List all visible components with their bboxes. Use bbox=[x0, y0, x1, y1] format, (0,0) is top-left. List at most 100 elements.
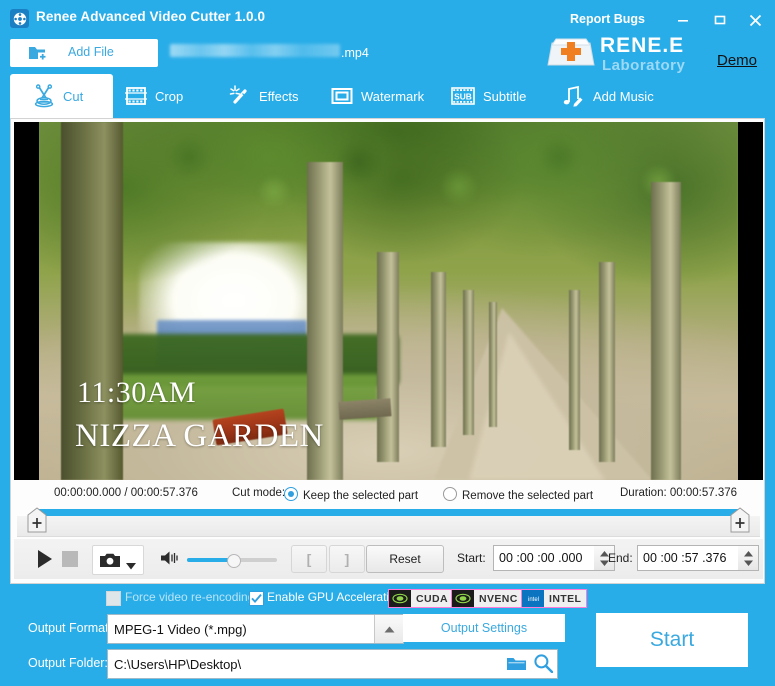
end-time-stepper[interactable] bbox=[738, 545, 759, 571]
badge-intel[interactable]: intel INTEL bbox=[521, 589, 587, 608]
output-settings-label: Output Settings bbox=[441, 621, 527, 635]
output-folder-label: Output Folder: bbox=[28, 656, 108, 670]
output-settings-button[interactable]: Output Settings bbox=[403, 614, 565, 642]
playback-controls: [ ] Reset Start: 00 :00 :00 .000 End: 00… bbox=[14, 539, 763, 579]
tab-crop-label: Crop bbox=[155, 89, 183, 104]
filename-redacted bbox=[170, 44, 340, 57]
gpu-acceleration-checkbox[interactable] bbox=[249, 591, 264, 606]
mark-out-button[interactable]: ] bbox=[329, 545, 365, 573]
tab-add-music-label: Add Music bbox=[593, 89, 654, 104]
output-format-select[interactable]: MPEG-1 Video (*.mpg) bbox=[107, 614, 404, 644]
camera-icon bbox=[100, 553, 120, 573]
end-time-value: 00 :00 :57 .376 bbox=[643, 551, 726, 565]
app-logo-icon bbox=[10, 9, 29, 28]
subtitle-icon: SUB bbox=[450, 84, 476, 108]
tab-crop[interactable]: Crop bbox=[124, 74, 183, 118]
time-separator: / bbox=[121, 487, 131, 499]
cut-mode-label: Cut mode: bbox=[232, 487, 285, 499]
add-file-row: Add File .mp4 bbox=[0, 38, 775, 74]
duration-readout: Duration: 00:00:57.376 bbox=[620, 487, 737, 499]
window-title: Renee Advanced Video Cutter 1.0.0 bbox=[36, 9, 265, 24]
play-button[interactable] bbox=[34, 548, 56, 570]
tab-add-music[interactable]: Add Music bbox=[560, 74, 654, 118]
nvidia-icon bbox=[389, 590, 411, 607]
tab-subtitle[interactable]: SUB Subtitle bbox=[450, 74, 526, 118]
tab-effects-label: Effects bbox=[259, 89, 299, 104]
time-readout: 00:00:00.000 / 00:00:57.376 bbox=[54, 487, 198, 499]
add-file-button[interactable]: Add File bbox=[10, 39, 158, 67]
volume-slider-knob[interactable] bbox=[227, 554, 241, 568]
force-reencode-checkbox[interactable] bbox=[106, 591, 121, 606]
playback-info-row: 00:00:00.000 / 00:00:57.376 Cut mode: Ke… bbox=[14, 484, 763, 506]
volume-slider[interactable] bbox=[187, 558, 277, 562]
music-note-icon bbox=[560, 84, 586, 108]
minimize-button[interactable] bbox=[672, 10, 694, 30]
frame-icon bbox=[330, 84, 354, 108]
output-folder-input[interactable]: C:\Users\HP\Desktop\ bbox=[107, 649, 558, 679]
start-time-label: Start: bbox=[457, 551, 486, 565]
radio-keep-label: Keep the selected part bbox=[303, 490, 418, 502]
radio-keep-selected-part[interactable]: Keep the selected part bbox=[282, 487, 418, 502]
reset-label: Reset bbox=[389, 552, 420, 566]
timeline-handle-start[interactable] bbox=[26, 507, 48, 533]
film-frame-icon bbox=[124, 84, 148, 108]
search-icon[interactable] bbox=[533, 653, 553, 673]
badge-intel-label: INTEL bbox=[544, 593, 586, 605]
force-reencode-label: Force video re-encoding bbox=[125, 590, 254, 604]
tab-watermark-label: Watermark bbox=[361, 89, 424, 104]
maximize-button[interactable] bbox=[709, 10, 731, 30]
video-preview[interactable]: 11:30AM NIZZA GARDEN bbox=[14, 122, 763, 480]
output-format-value: MPEG-1 Video (*.mpg) bbox=[108, 622, 247, 637]
tab-watermark[interactable]: Watermark bbox=[330, 74, 424, 118]
snapshot-button[interactable] bbox=[92, 545, 144, 575]
start-button[interactable]: Start bbox=[596, 613, 748, 667]
scissors-icon bbox=[32, 84, 56, 108]
close-button[interactable] bbox=[744, 10, 766, 30]
output-folder-value: C:\Users\HP\Desktop\ bbox=[108, 657, 241, 672]
start-button-label: Start bbox=[650, 628, 694, 652]
stop-button[interactable] bbox=[62, 551, 78, 567]
badge-nvenc-label: NVENC bbox=[474, 593, 523, 605]
tab-subtitle-label: Subtitle bbox=[483, 89, 526, 104]
filename-extension: .mp4 bbox=[341, 46, 369, 60]
badge-cuda[interactable]: CUDA bbox=[388, 589, 454, 608]
video-overlay-time: 11:30AM bbox=[77, 376, 196, 410]
tab-cut-label: Cut bbox=[63, 89, 83, 104]
radio-remove-selected-part[interactable]: Remove the selected part bbox=[441, 487, 593, 502]
timeline[interactable] bbox=[14, 507, 763, 539]
magic-wand-icon bbox=[228, 84, 252, 108]
timeline-track[interactable] bbox=[17, 516, 760, 537]
tab-bar: Cut Crop bbox=[0, 74, 775, 118]
end-time-input[interactable]: 00 :00 :57 .376 bbox=[637, 545, 745, 571]
svg-text:intel: intel bbox=[527, 597, 538, 603]
report-bugs-link[interactable]: Report Bugs bbox=[570, 12, 645, 26]
radio-keep-indicator[interactable] bbox=[284, 487, 298, 501]
badge-cuda-label: CUDA bbox=[411, 593, 453, 605]
title-bar: Renee Advanced Video Cutter 1.0.0 Report… bbox=[0, 0, 775, 38]
add-file-icon bbox=[28, 44, 47, 67]
total-time: 00:00:57.376 bbox=[131, 487, 198, 499]
badge-nvenc[interactable]: NVENC bbox=[451, 589, 524, 608]
volume-icon[interactable] bbox=[160, 550, 180, 571]
mark-in-button[interactable]: [ bbox=[291, 545, 327, 573]
radio-remove-indicator[interactable] bbox=[443, 487, 457, 501]
application-window: Renee Advanced Video Cutter 1.0.0 Report… bbox=[0, 0, 775, 686]
timeline-selection-bar[interactable] bbox=[36, 509, 741, 516]
video-overlay-place: NIZZA GARDEN bbox=[75, 418, 324, 455]
folder-icon[interactable] bbox=[506, 655, 527, 672]
end-time-label: End: bbox=[608, 551, 633, 565]
reset-button[interactable]: Reset bbox=[366, 545, 444, 573]
tab-effects[interactable]: Effects bbox=[228, 74, 299, 118]
add-file-label: Add File bbox=[68, 45, 114, 59]
radio-remove-label: Remove the selected part bbox=[462, 490, 593, 502]
gpu-options-row: Force video re-encoding Enable GPU Accel… bbox=[0, 586, 775, 610]
start-time-input[interactable]: 00 :00 :00 .000 bbox=[493, 545, 601, 571]
mark-in-label: [ bbox=[307, 551, 312, 567]
timeline-handle-end[interactable] bbox=[729, 507, 751, 533]
gpu-acceleration-label: Enable GPU Acceleration bbox=[267, 590, 402, 604]
tab-cut[interactable]: Cut bbox=[10, 74, 113, 118]
chevron-down-icon[interactable] bbox=[126, 557, 136, 575]
chevron-up-icon[interactable] bbox=[374, 615, 403, 643]
current-time: 00:00:00.000 bbox=[54, 487, 121, 499]
output-format-label: Output Format: bbox=[28, 621, 112, 635]
